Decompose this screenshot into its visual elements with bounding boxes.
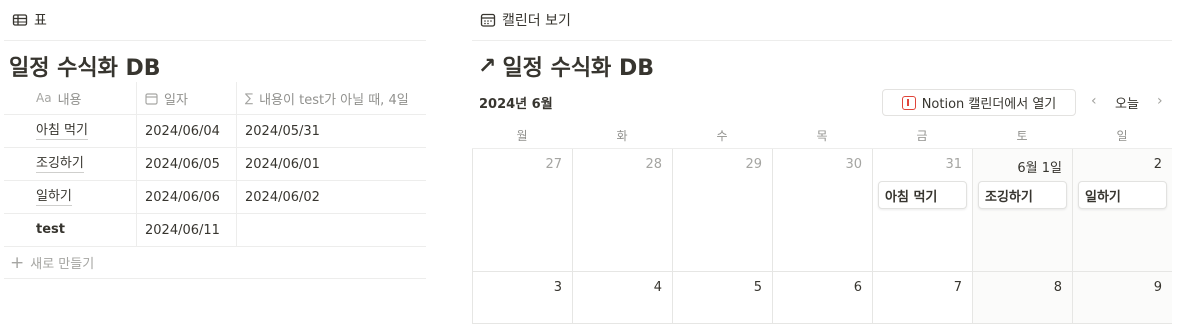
today-button[interactable]: 오늘: [1115, 93, 1139, 112]
next-month-button[interactable]: ›: [1157, 93, 1163, 109]
column-header-formula[interactable]: ∑ 내용이 test가 아닐 때, 4일: [236, 82, 426, 114]
row-name[interactable]: test: [36, 222, 65, 238]
day-number: 31: [945, 157, 962, 172]
linked-database-title-text: 일정 수식화 DB: [502, 56, 654, 81]
calendar-day[interactable]: 7: [872, 272, 972, 323]
day-number: 27: [545, 157, 562, 172]
day-number: 9: [1153, 280, 1162, 295]
weekday-label: 목: [816, 129, 828, 143]
column-header-label: 내용이 test가 아닐 때, 4일: [259, 92, 409, 108]
calendar-view-tab[interactable]: 캘린더 보기: [472, 0, 1172, 41]
table-row[interactable]: 조깅하기 2024/06/05 2024/06/01: [4, 148, 426, 181]
formula-icon: ∑: [245, 91, 254, 105]
calendar-day[interactable]: 29: [672, 149, 772, 271]
row-date[interactable]: 2024/06/05: [136, 148, 236, 180]
notion-calendar-icon: [901, 95, 916, 110]
day-number: 29: [745, 157, 762, 172]
calendar-grid: 27 28 29 30 31 아침 먹기 6월 1일 조깅하기 2 일하기 3 …: [472, 149, 1172, 324]
table-view-label: 표: [34, 13, 47, 29]
column-header-date[interactable]: 일자: [136, 82, 236, 114]
row-name[interactable]: 일하기: [36, 189, 72, 206]
table-view-tab[interactable]: 표: [4, 0, 426, 41]
day-number: 5: [753, 280, 762, 295]
calendar-day[interactable]: 6월 1일 조깅하기: [972, 149, 1072, 271]
page-title[interactable]: 일정 수식화 DB: [9, 50, 161, 82]
day-number: 3: [553, 280, 562, 295]
row-formula: 2024/06/02: [236, 181, 426, 213]
row-formula: [236, 214, 426, 246]
plus-icon: +: [10, 252, 25, 273]
day-number: 2: [1153, 157, 1162, 172]
column-header-name[interactable]: Aa 내용: [4, 82, 136, 114]
day-number: 8: [1053, 280, 1062, 295]
month-label: 2024년 6월: [479, 97, 553, 112]
calendar-day[interactable]: 28: [572, 149, 672, 271]
weekday-header: 월 화 수 목 금 토 일: [472, 123, 1172, 149]
linked-arrow-icon: ↗: [478, 53, 497, 79]
table-row[interactable]: 일하기 2024/06/06 2024/06/02: [4, 181, 426, 214]
row-name[interactable]: 조깅하기: [36, 156, 84, 173]
new-row-label: 새로 만들기: [30, 257, 95, 272]
event-card[interactable]: 조깅하기: [978, 181, 1067, 209]
calendar-view-label: 캘린더 보기: [502, 13, 571, 29]
weekday-label: 토: [1016, 129, 1028, 143]
calendar-day[interactable]: 9: [1072, 272, 1172, 323]
text-type-icon: Aa: [36, 91, 52, 105]
linked-database-title[interactable]: ↗ 일정 수식화 DB: [478, 50, 654, 82]
database-table: Aa 내용 일자 ∑ 내용이 test가 아닐 때, 4일 아침 먹기 2024…: [4, 82, 426, 279]
calendar-week: 27 28 29 30 31 아침 먹기 6월 1일 조깅하기 2 일하기: [472, 149, 1172, 272]
page-title-text: 일정 수식화 DB: [9, 56, 161, 81]
day-number: 7: [953, 280, 962, 295]
weekday-label: 일: [1116, 129, 1128, 143]
open-in-notion-calendar-button[interactable]: Notion 캘린더에서 열기: [882, 89, 1076, 116]
column-header-label: 내용: [57, 92, 82, 108]
weekday-label: 화: [616, 129, 628, 143]
day-number: 28: [645, 157, 662, 172]
day-number: 6월 1일: [1017, 161, 1062, 176]
calendar-day[interactable]: 4: [572, 272, 672, 323]
calendar-icon: [480, 12, 496, 28]
calendar-day[interactable]: 31 아침 먹기: [872, 149, 972, 271]
table-header: Aa 내용 일자 ∑ 내용이 test가 아닐 때, 4일: [4, 82, 426, 115]
open-button-label: Notion 캘린더에서 열기: [921, 97, 1057, 112]
table-icon: [12, 12, 28, 28]
prev-month-button[interactable]: ‹: [1091, 93, 1097, 109]
calendar-week: 3 4 5 6 7 8 9: [472, 272, 1172, 324]
event-card[interactable]: 일하기: [1078, 181, 1167, 209]
table-row[interactable]: 아침 먹기 2024/06/04 2024/05/31: [4, 115, 426, 148]
row-formula: 2024/06/01: [236, 148, 426, 180]
column-header-label: 일자: [164, 92, 188, 108]
calendar-day[interactable]: 3: [472, 272, 572, 323]
calendar-icon: [145, 92, 158, 105]
day-number: 4: [653, 280, 662, 295]
calendar-day[interactable]: 30: [772, 149, 872, 271]
weekday-label: 수: [716, 129, 728, 143]
calendar-day[interactable]: 8: [972, 272, 1072, 323]
row-name[interactable]: 아침 먹기: [36, 123, 88, 140]
calendar-day[interactable]: 6: [772, 272, 872, 323]
row-date[interactable]: 2024/06/04: [136, 115, 236, 147]
day-number: 30: [845, 157, 862, 172]
row-date[interactable]: 2024/06/11: [136, 214, 236, 246]
calendar-day[interactable]: 2 일하기: [1072, 149, 1172, 271]
weekday-label: 월: [516, 129, 528, 143]
weekday-label: 금: [916, 129, 928, 143]
calendar-day[interactable]: 5: [672, 272, 772, 323]
row-formula: 2024/05/31: [236, 115, 426, 147]
event-card[interactable]: 아침 먹기: [878, 181, 967, 209]
new-row-button[interactable]: + 새로 만들기: [4, 247, 426, 279]
row-date[interactable]: 2024/06/06: [136, 181, 236, 213]
calendar-day[interactable]: 27: [472, 149, 572, 271]
day-number: 6: [853, 280, 862, 295]
table-row[interactable]: test 2024/06/11: [4, 214, 426, 247]
